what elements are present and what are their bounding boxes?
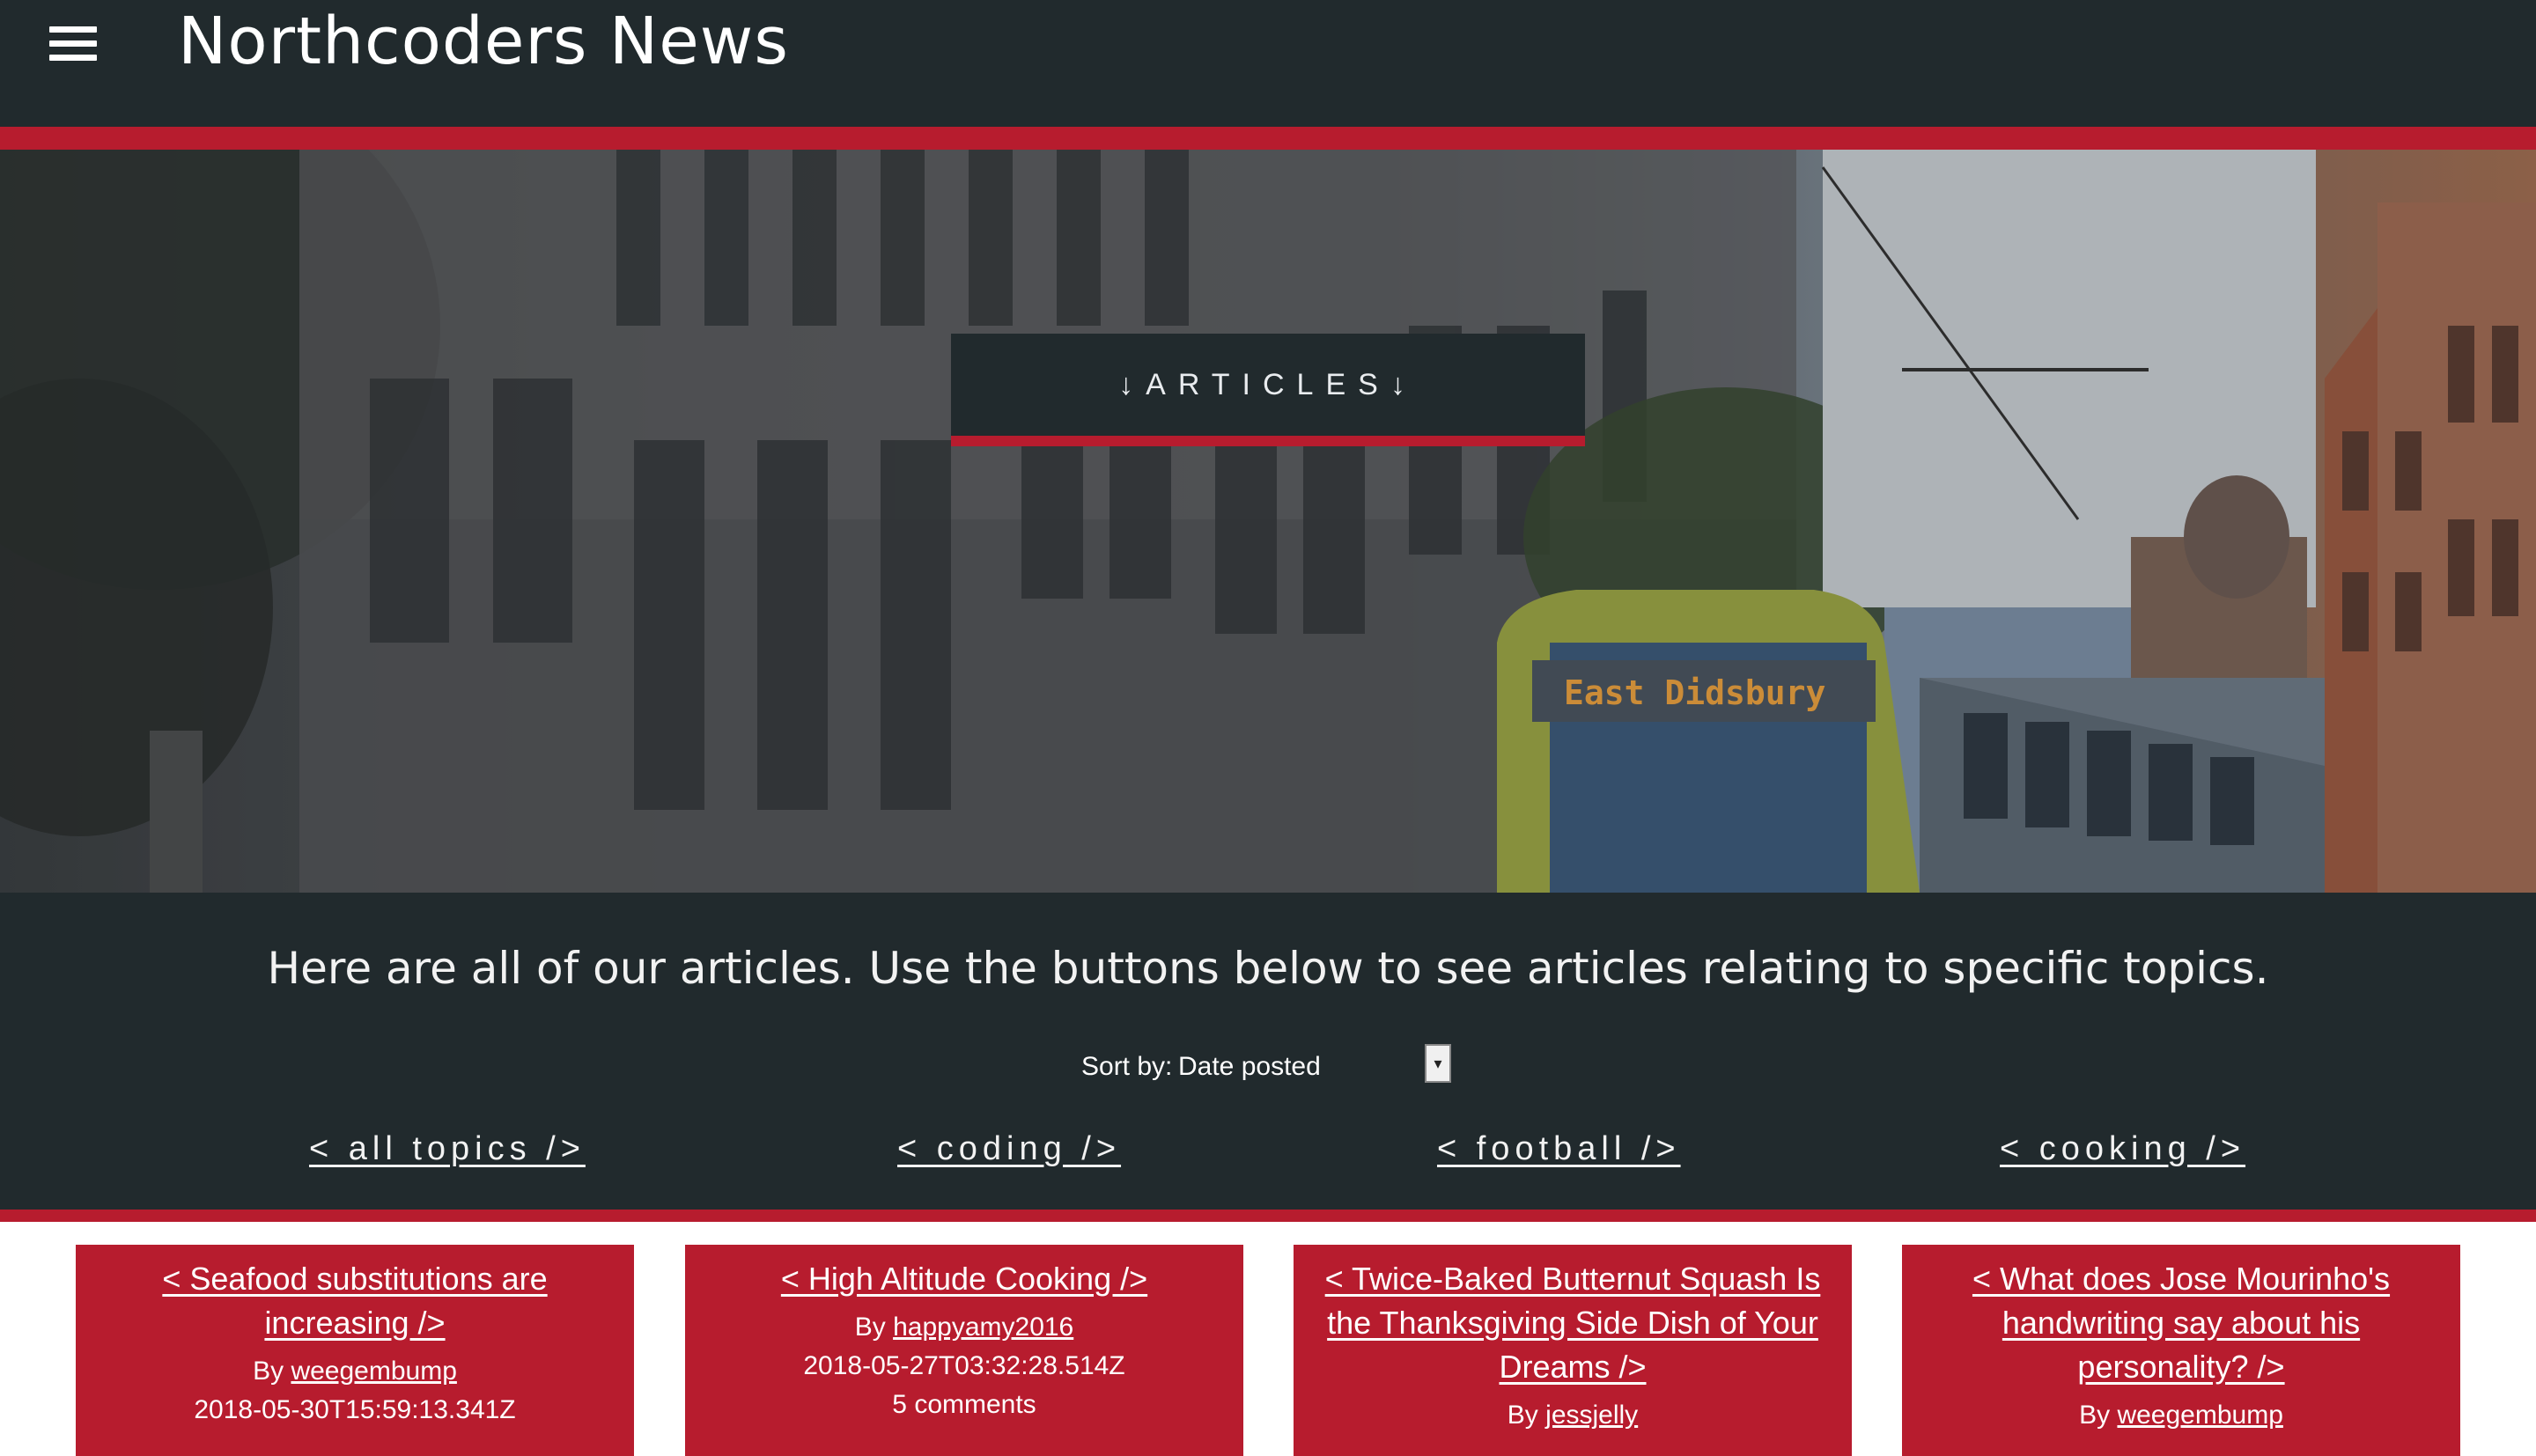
articles-scroll-button[interactable]: ↓ARTICLES↓	[951, 334, 1585, 446]
article-card: < Seafood substitutions are increasing /…	[76, 1245, 634, 1456]
author-by-label: By	[1507, 1401, 1538, 1430]
city-tram-illustration: East Didsbury	[0, 150, 2536, 893]
article-card: < High Altitude Cooking /> By happyamy20…	[685, 1245, 1243, 1456]
topic-link-all[interactable]: < all topics />	[309, 1123, 586, 1174]
hero-banner-image: East Didsbury ↓ARTICLES↓	[0, 150, 2536, 893]
article-author-line: By weegembump	[76, 1352, 634, 1391]
article-comment-count: 5 comments	[892, 1390, 1036, 1419]
site-title[interactable]: Northcoders News	[178, 2, 789, 81]
article-card: < Twice-Baked Butternut Squash Is the Th…	[1294, 1245, 1852, 1456]
header-accent-bar	[0, 127, 2536, 150]
author-by-label: By	[2079, 1401, 2111, 1430]
article-date: 2018-05-27T03:32:28.514Z	[803, 1351, 1125, 1380]
article-author-line: By jessjelly	[1294, 1396, 1852, 1435]
author-by-label: By	[253, 1357, 284, 1386]
author-link[interactable]: weegembump	[2117, 1401, 2282, 1430]
article-title-link[interactable]: < High Altitude Cooking />	[701, 1257, 1227, 1301]
article-title-link[interactable]: < Twice-Baked Butternut Squash Is the Th…	[1309, 1257, 1836, 1389]
author-link[interactable]: weegembump	[291, 1357, 456, 1386]
top-nav-bar: Northcoders News	[0, 0, 2536, 127]
article-title-link[interactable]: < Seafood substitutions are increasing /…	[92, 1257, 618, 1345]
section-accent-bar	[0, 1210, 2536, 1222]
topic-link-coding[interactable]: < coding />	[897, 1123, 1121, 1174]
author-link[interactable]: happyamy2016	[893, 1313, 1073, 1342]
hamburger-menu-icon[interactable]	[49, 26, 97, 62]
article-author-line: By weegembump	[1902, 1396, 2460, 1435]
author-link[interactable]: jessjelly	[1545, 1401, 1638, 1430]
topic-link-football[interactable]: < football />	[1437, 1123, 1681, 1174]
article-author-line: By happyamy2016	[685, 1308, 1243, 1347]
article-title-link[interactable]: < What does Jose Mourinho's handwriting …	[1918, 1257, 2444, 1389]
author-by-label: By	[854, 1313, 886, 1342]
sort-select[interactable]: Date posted	[1178, 1048, 1453, 1086]
article-card: < What does Jose Mourinho's handwriting …	[1902, 1245, 2460, 1456]
sort-dropdown-arrow-icon[interactable]: ▾	[1425, 1044, 1451, 1083]
topic-link-cooking[interactable]: < cooking />	[2000, 1123, 2245, 1174]
intro-text: Here are all of our articles. Use the bu…	[267, 943, 2269, 994]
sort-label: Sort by:	[1081, 1052, 1173, 1081]
article-date: 2018-05-30T15:59:13.341Z	[194, 1395, 516, 1424]
